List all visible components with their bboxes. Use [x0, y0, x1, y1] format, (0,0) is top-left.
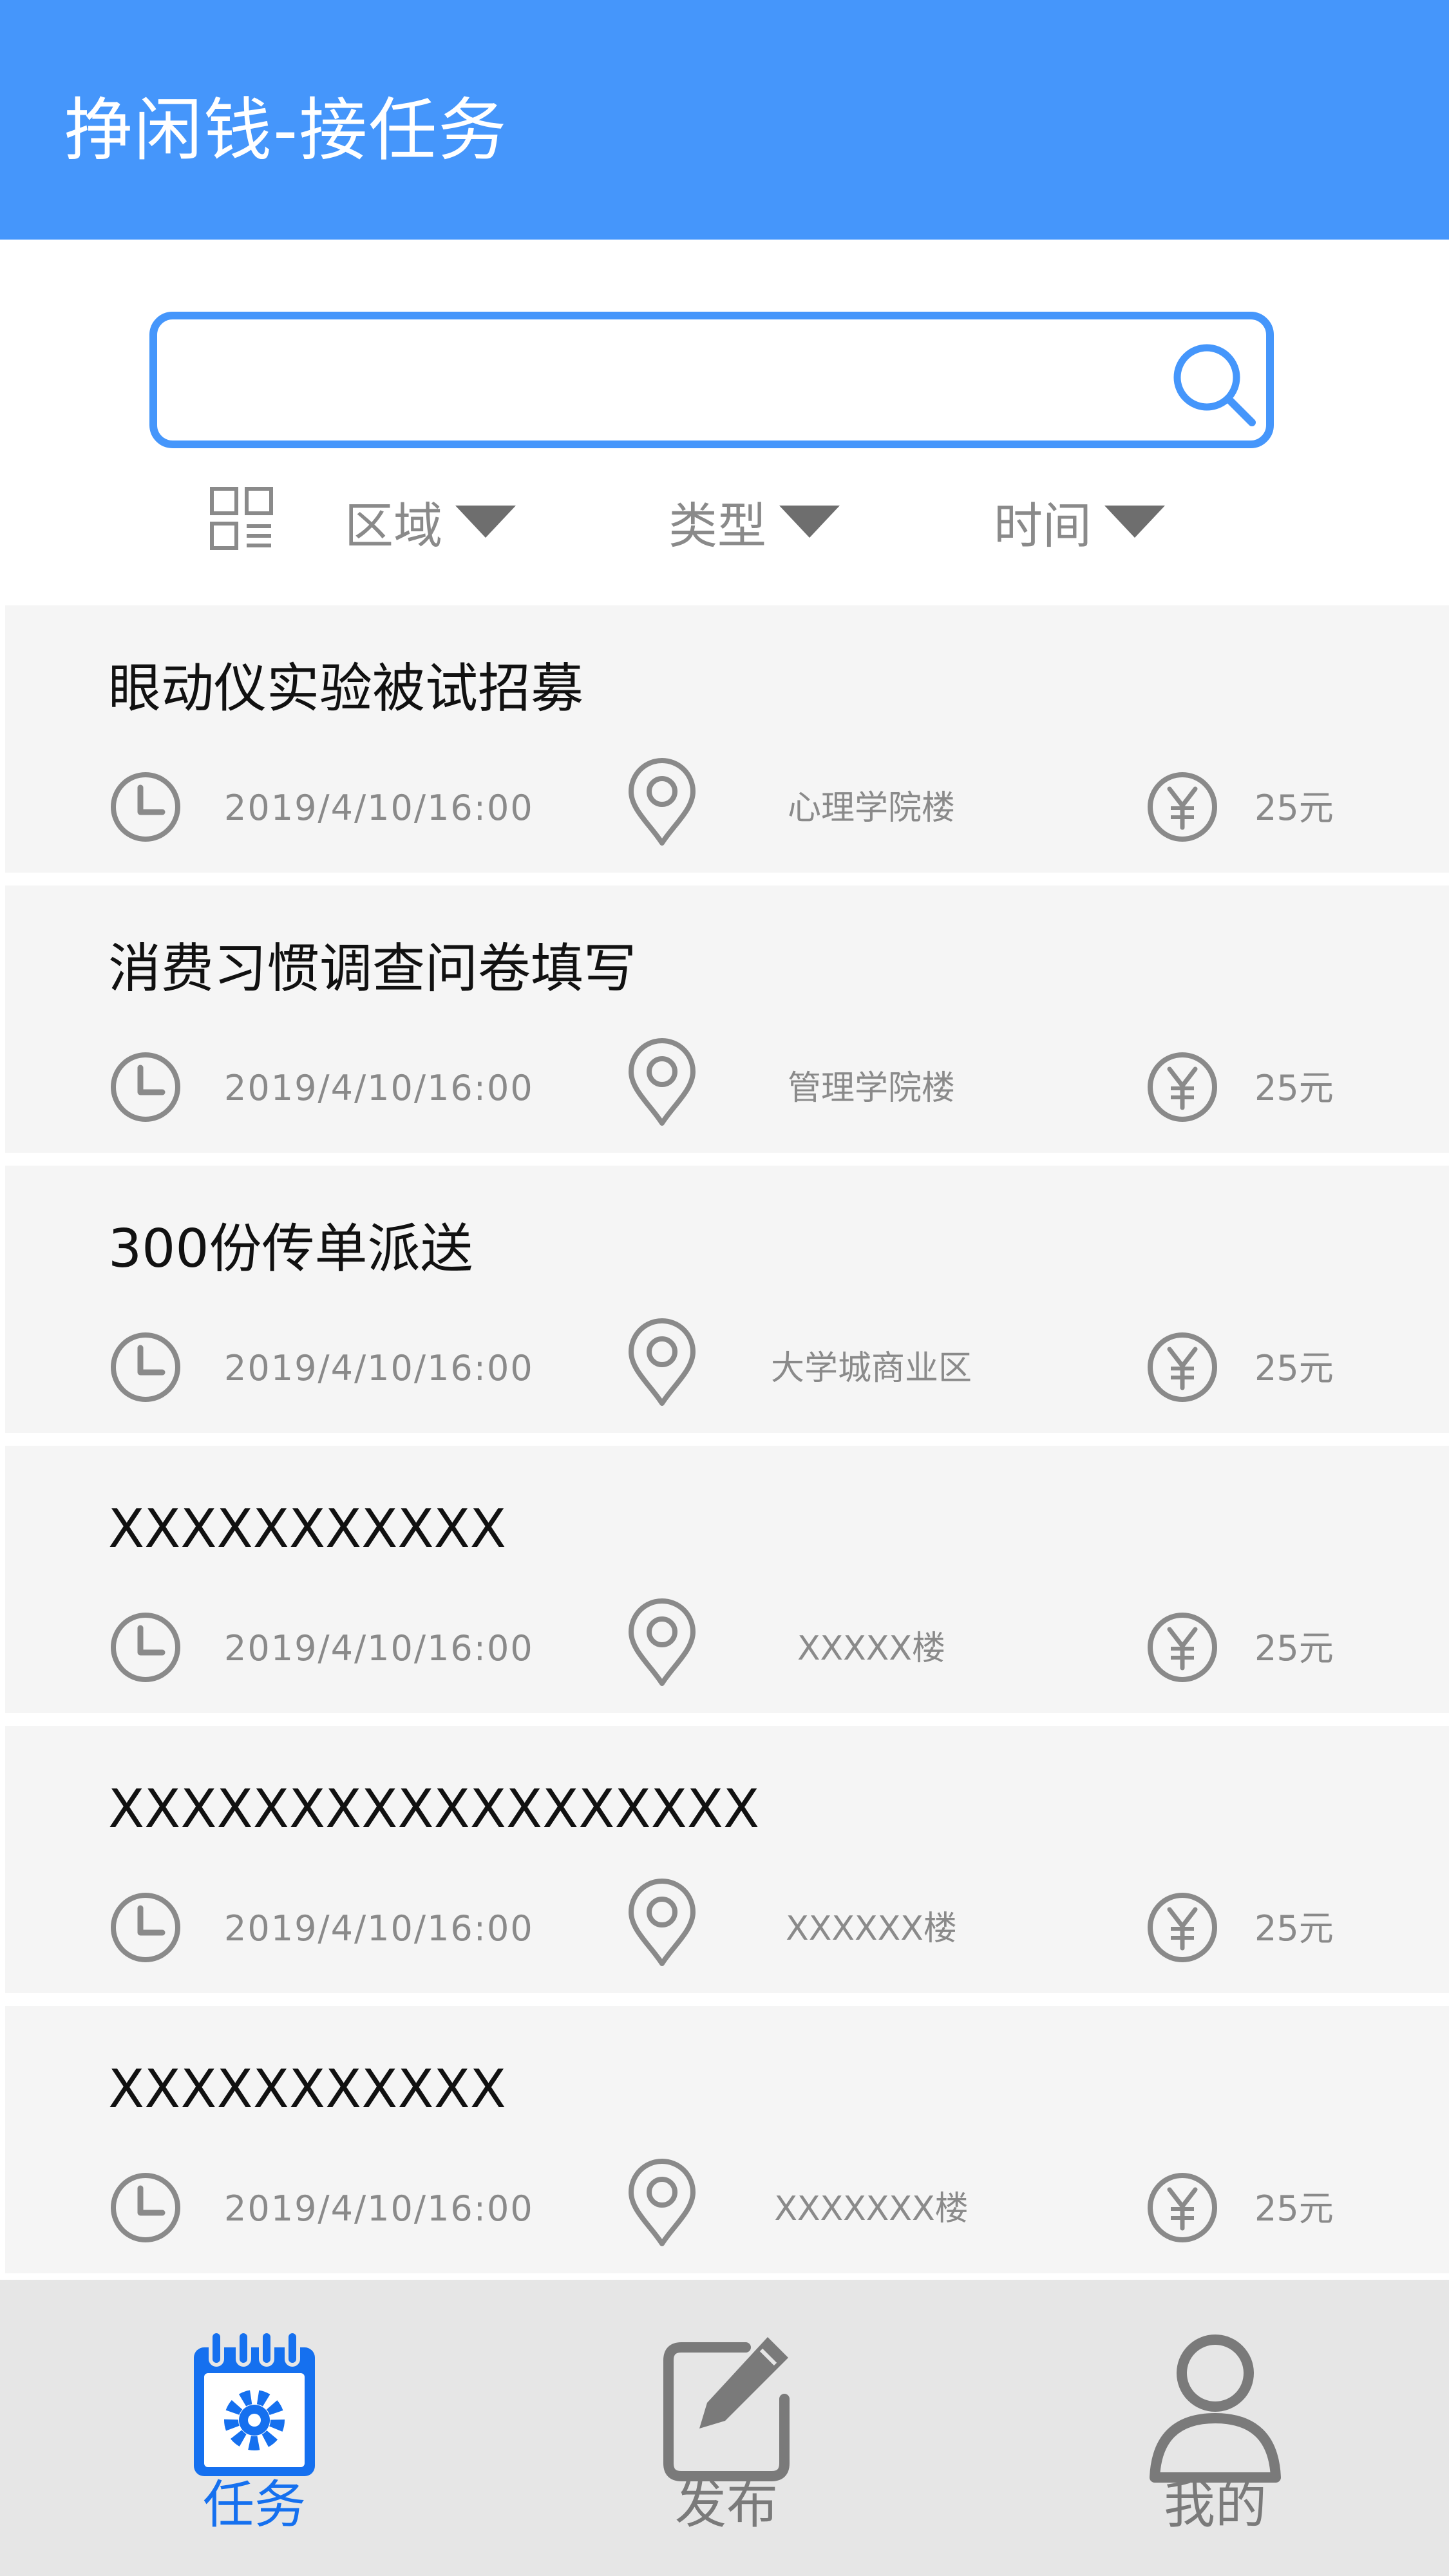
- task-card[interactable]: 300份传单派送 2019/4/10/16:00 大学城商业区 25元: [0, 1166, 1449, 1433]
- task-time: 2019/4/10/16:00: [224, 1628, 534, 1669]
- task-time: 2019/4/10/16:00: [224, 2188, 534, 2229]
- task-title: XXXXXXXXXXX: [108, 1499, 506, 1560]
- edit-icon: [663, 2337, 790, 2481]
- filter-type-dropdown[interactable]: 类型: [668, 486, 840, 557]
- task-time: 2019/4/10/16:00: [224, 1348, 534, 1388]
- caret-down-icon: [1104, 506, 1165, 538]
- task-place: XXXXXXX楼: [774, 2190, 969, 2228]
- clock-icon: [111, 2173, 180, 2242]
- task-title: 眼动仪实验被试招募: [108, 658, 584, 719]
- bottom-tab-bar: 任务 发布 我的: [0, 2280, 1449, 2576]
- caret-down-icon: [779, 506, 840, 538]
- task-price: 25元: [1255, 2188, 1334, 2229]
- clock-icon: [111, 1893, 180, 1962]
- tab-tasks[interactable]: 任务: [93, 2280, 415, 2576]
- tab-profile[interactable]: 我的: [1054, 2280, 1376, 2576]
- task-time: 2019/4/10/16:00: [224, 1068, 534, 1108]
- clock-icon: [111, 1332, 180, 1402]
- task-price: 25元: [1255, 788, 1334, 828]
- grid-view-icon[interactable]: [209, 486, 274, 551]
- task-card[interactable]: XXXXXXXXXXX 2019/4/10/16:00 XXXXXXX楼 25元: [0, 2006, 1449, 2273]
- app-header: 挣闲钱-接任务: [0, 0, 1449, 240]
- clock-icon: [111, 1052, 180, 1122]
- location-pin-icon: [629, 1038, 696, 1126]
- tab-label: 发布: [675, 2475, 778, 2535]
- calendar-gear-icon: [194, 2329, 315, 2476]
- filter-label: 区域: [345, 497, 442, 554]
- task-title: 300份传单派送: [108, 1218, 473, 1280]
- task-time: 2019/4/10/16:00: [224, 1908, 534, 1949]
- task-price: 25元: [1255, 1628, 1334, 1669]
- search-input[interactable]: [176, 339, 1145, 424]
- task-place: 大学城商业区: [770, 1349, 972, 1388]
- task-card[interactable]: 眼动仪实验被试招募 2019/4/10/16:00 心理学院楼 25元: [0, 605, 1449, 873]
- location-pin-icon: [629, 1879, 696, 1966]
- location-pin-icon: [629, 1598, 696, 1686]
- search-icon[interactable]: [1162, 332, 1265, 435]
- task-place: 心理学院楼: [787, 789, 955, 828]
- task-place: XXXXX楼: [797, 1629, 946, 1668]
- tab-publish[interactable]: 发布: [565, 2280, 887, 2576]
- yen-icon: [1148, 1052, 1217, 1122]
- task-time: 2019/4/10/16:00: [224, 788, 534, 828]
- clock-icon: [111, 1613, 180, 1682]
- task-card[interactable]: 消费习惯调查问卷填写 2019/4/10/16:00 管理学院楼 25元: [0, 886, 1449, 1153]
- yen-icon: [1148, 2173, 1217, 2242]
- tab-label: 我的: [1164, 2475, 1267, 2535]
- task-card[interactable]: XXXXXXXXXXX 2019/4/10/16:00 XXXXX楼 25元: [0, 1446, 1449, 1713]
- location-pin-icon: [629, 758, 696, 846]
- page-title: 挣闲钱-接任务: [64, 91, 508, 170]
- filter-label: 时间: [994, 497, 1092, 554]
- yen-icon: [1148, 1332, 1217, 1402]
- user-icon: [1150, 2334, 1281, 2483]
- clock-icon: [111, 772, 180, 842]
- caret-down-icon: [455, 506, 516, 538]
- location-pin-icon: [629, 2159, 696, 2246]
- filter-region-dropdown[interactable]: 区域: [345, 486, 516, 557]
- yen-icon: [1148, 1893, 1217, 1962]
- task-title: XXXXXXXXXXX: [108, 2059, 506, 2120]
- task-title: XXXXXXXXXXXXXXXXXX: [108, 1779, 760, 1840]
- yen-icon: [1148, 1613, 1217, 1682]
- task-price: 25元: [1255, 1908, 1334, 1949]
- task-price: 25元: [1255, 1348, 1334, 1388]
- task-title: 消费习惯调查问卷填写: [108, 938, 637, 999]
- filter-label: 类型: [668, 497, 766, 554]
- tab-label: 任务: [203, 2475, 306, 2535]
- search-bar[interactable]: [149, 312, 1274, 448]
- location-pin-icon: [629, 1318, 696, 1406]
- task-place: XXXXXX楼: [786, 1909, 957, 1948]
- task-card[interactable]: XXXXXXXXXXXXXXXXXX 2019/4/10/16:00 XXXXX…: [0, 1726, 1449, 1993]
- task-place: 管理学院楼: [787, 1069, 955, 1108]
- yen-icon: [1148, 772, 1217, 842]
- task-price: 25元: [1255, 1068, 1334, 1108]
- filter-time-dropdown[interactable]: 时间: [994, 486, 1165, 557]
